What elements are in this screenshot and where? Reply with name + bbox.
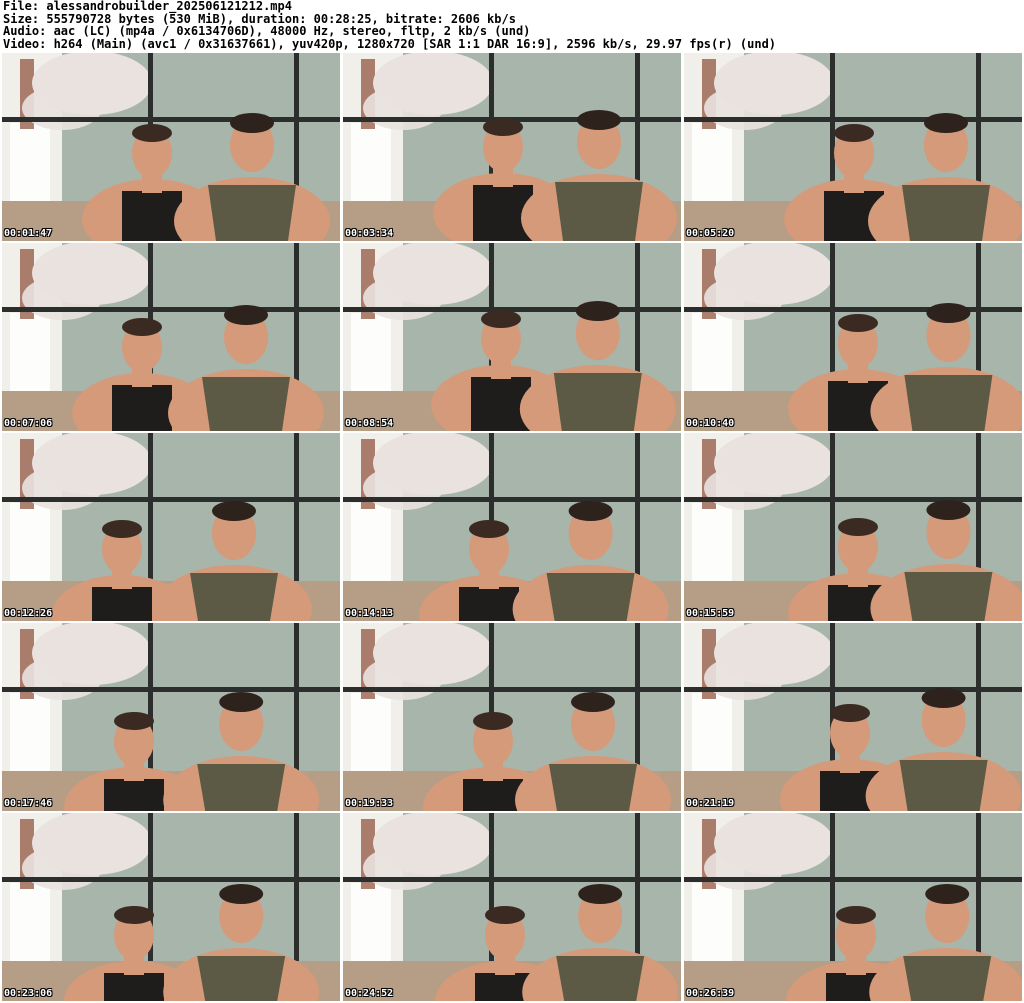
- thumbnail-timestamp: 00:10:40: [686, 418, 735, 429]
- file-info-header: File: alessandrobuilder_202506121212.mp4…: [3, 0, 1021, 52]
- video-frame-image: [2, 623, 340, 811]
- thumbnail-timestamp: 00:03:34: [345, 228, 394, 239]
- video-thumbnail[interactable]: 00:21:19: [684, 623, 1022, 811]
- video-thumbnail[interactable]: 00:17:46: [2, 623, 340, 811]
- video-thumbnail[interactable]: 00:01:47: [2, 53, 340, 241]
- video-frame-image: [343, 623, 681, 811]
- thumbnail-timestamp: 00:19:33: [345, 798, 394, 809]
- thumbnail-timestamp: 00:15:59: [686, 608, 735, 619]
- audio-info-line: Audio: aac (LC) (mp4a / 0x6134706D), 480…: [3, 24, 531, 39]
- video-thumbnail[interactable]: 00:23:06: [2, 813, 340, 1001]
- thumbnail-timestamp: 00:26:39: [686, 988, 735, 999]
- video-info-line: Video: h264 (Main) (avc1 / 0x31637661), …: [3, 36, 777, 51]
- thumbnail-timestamp: 00:07:06: [4, 418, 53, 429]
- video-frame-image: [2, 53, 340, 241]
- thumbnail-timestamp: 00:12:26: [4, 608, 53, 619]
- video-frame-image: [343, 243, 681, 431]
- thumbnail-timestamp: 00:21:19: [686, 798, 735, 809]
- video-thumbnail[interactable]: 00:10:40: [684, 243, 1022, 431]
- thumbnail-timestamp: 00:01:47: [4, 228, 53, 239]
- video-frame-image: [2, 433, 340, 621]
- thumbnail-timestamp: 00:08:54: [345, 418, 394, 429]
- video-frame-image: [343, 813, 681, 1001]
- video-thumbnail[interactable]: 00:14:13: [343, 433, 681, 621]
- video-thumbnail[interactable]: 00:12:26: [2, 433, 340, 621]
- video-frame-image: [684, 433, 1022, 621]
- thumbnail-timestamp: 00:05:20: [686, 228, 735, 239]
- video-thumbnail[interactable]: 00:24:52: [343, 813, 681, 1001]
- video-frame-image: [684, 53, 1022, 241]
- video-frame-image: [684, 243, 1022, 431]
- video-thumbnail[interactable]: 00:19:33: [343, 623, 681, 811]
- video-thumbnail[interactable]: 00:07:06: [2, 243, 340, 431]
- thumbnail-timestamp: 00:24:52: [345, 988, 394, 999]
- video-thumbnail[interactable]: 00:05:20: [684, 53, 1022, 241]
- video-frame-image: [684, 623, 1022, 811]
- thumbnail-timestamp: 00:23:06: [4, 988, 53, 999]
- video-frame-image: [343, 433, 681, 621]
- video-thumbnail[interactable]: 00:03:34: [343, 53, 681, 241]
- thumbnail-timestamp: 00:17:46: [4, 798, 53, 809]
- video-frame-image: [2, 813, 340, 1001]
- video-thumbnail[interactable]: 00:15:59: [684, 433, 1022, 621]
- video-frame-image: [2, 243, 340, 431]
- file-name-line: File: alessandrobuilder_202506121212.mp4: [3, 0, 292, 13]
- video-frame-image: [684, 813, 1022, 1001]
- video-frame-image: [343, 53, 681, 241]
- thumbnail-grid: 00:01:47 00:03:34 00:05:20 00:07:06 00:08:54…: [2, 53, 1022, 1001]
- video-thumbnail[interactable]: 00:26:39: [684, 813, 1022, 1001]
- thumbnail-timestamp: 00:14:13: [345, 608, 394, 619]
- video-thumbnail[interactable]: 00:08:54: [343, 243, 681, 431]
